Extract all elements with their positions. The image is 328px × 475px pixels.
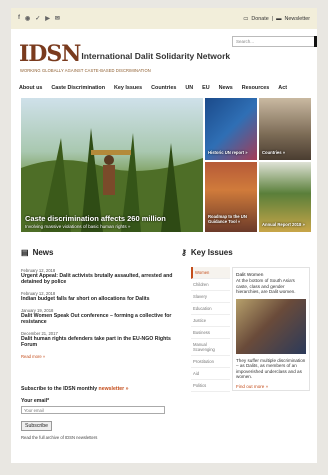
nav-about-us[interactable]: About us (19, 85, 42, 91)
hero-main-subtitle: Involving massive violations of basic hu… (25, 224, 131, 229)
separator: | (271, 15, 274, 22)
subscribe-heading: Subscribe to the IDSN monthly newsletter… (21, 386, 181, 392)
tab-justice[interactable]: Justice (191, 315, 230, 327)
hero-main-image[interactable]: Caste discrimination affects 260 million… (21, 98, 203, 232)
logo[interactable]: IDSN International Dalit Solidarity Netw… (19, 41, 231, 67)
newsletter-archive-text: Read the full archive of IDSN newsletter… (21, 435, 98, 439)
newspaper-icon: ▤ (21, 248, 29, 257)
nav-caste-discrimination[interactable]: Caste Discrimination (51, 85, 105, 91)
facebook-icon[interactable]: f (18, 15, 20, 22)
tile-roadmap-label: Roadmap to the UN Guidance Tool » (208, 214, 247, 224)
tab-prostitution[interactable]: Prostitution (191, 356, 230, 368)
tile-annual-report-label: Annual Report 2018 » (262, 222, 305, 227)
key-issues-heading: ⚷ Key Issues (181, 248, 233, 257)
news-headline[interactable]: Urgent Appeal: Dalit activists brutally … (21, 273, 181, 285)
news-headline[interactable]: Indian budget falls far short on allocat… (21, 296, 181, 302)
mail-icon[interactable]: ✉ (55, 15, 60, 22)
news-title: News (32, 248, 54, 257)
youtube-icon[interactable]: ▶ (45, 15, 50, 22)
key-issue-panel: Dalit Women At the bottom of South Asia'… (232, 267, 310, 391)
tab-aid[interactable]: Aid (191, 368, 230, 380)
subscribe-button[interactable]: Subscribe (21, 421, 53, 431)
news-item[interactable]: January 19, 2018 Dalit Women Speak Out c… (21, 308, 181, 325)
newsletter-link[interactable]: Newsletter (285, 16, 310, 22)
news-read-more-link[interactable]: Read more » (21, 354, 181, 359)
news-item[interactable]: December 21, 2017 Dalit human rights def… (21, 331, 181, 348)
top-links: ▭ Donate | ▬ Newsletter (243, 16, 310, 22)
tab-slavery[interactable]: Slavery (191, 291, 230, 303)
main-nav: About us Caste Discrimination Key Issues… (19, 85, 296, 91)
rss-icon[interactable]: ◉ (25, 15, 30, 22)
tab-manual-scavenging[interactable]: Manual Scavenging (191, 339, 230, 356)
subscribe-section: Subscribe to the IDSN monthly newsletter… (21, 386, 181, 439)
nav-countries[interactable]: Countries (151, 85, 176, 91)
nav-un[interactable]: UN (185, 85, 193, 91)
nav-act[interactable]: Act (278, 85, 287, 91)
news-headline[interactable]: Dalit Women Speak Out conference – formi… (21, 313, 181, 325)
farm-scene-illustration (21, 128, 203, 232)
tile-countries-label: Countries » (262, 150, 286, 155)
nav-news[interactable]: News (219, 85, 233, 91)
key-icon: ⚷ (181, 248, 187, 257)
news-item[interactable]: February 12, 2018 Urgent Appeal: Dalit a… (21, 268, 181, 285)
tile-un-report-label: Historic UN report » (208, 150, 248, 155)
tile-countries[interactable]: Countries » (259, 98, 311, 160)
find-out-more-link[interactable]: Find out more » (236, 384, 306, 389)
donate-link[interactable]: Donate (251, 16, 268, 22)
key-issues-title: Key Issues (190, 248, 233, 257)
logo-letters: IDSN (19, 41, 81, 67)
dalit-women-photo (236, 298, 306, 354)
tab-children[interactable]: Children (191, 279, 230, 291)
news-item[interactable]: February 12, 2018 Indian budget falls fa… (21, 291, 181, 302)
news-headline[interactable]: Dalit human rights defenders take part i… (21, 336, 181, 348)
news-section: ▤ News February 12, 2018 Urgent Appeal: … (21, 248, 181, 359)
tile-un-report[interactable]: Historic UN report » (205, 98, 257, 160)
tagline: WORKING GLOBALLY AGAINST CASTE-BASED DIS… (20, 68, 151, 73)
nav-key-issues[interactable]: Key Issues (114, 85, 142, 91)
hero-grid: Caste discrimination affects 260 million… (21, 98, 311, 236)
panel-body: They suffer multiple discrimination – as… (236, 357, 306, 380)
org-name: International Dalit Solidarity Network (81, 51, 231, 61)
tab-women[interactable]: Women (191, 267, 230, 279)
donate-icon: ▭ (243, 15, 249, 22)
email-label: Your email* (21, 398, 50, 404)
hero-main-title: Caste discrimination affects 260 million (25, 214, 166, 223)
search-input[interactable]: Search... (232, 36, 317, 47)
news-list: February 12, 2018 Urgent Appeal: Dalit a… (21, 268, 181, 359)
nav-resources[interactable]: Resources (242, 85, 270, 91)
subscribe-heading-text: Subscribe to the IDSN monthly (21, 386, 99, 392)
page: f ◉ ✓ ▶ ✉ ▭ Donate | ▬ Newsletter IDSN I… (11, 8, 317, 463)
nav-eu[interactable]: EU (202, 85, 210, 91)
tab-business[interactable]: Business (191, 327, 230, 339)
email-field[interactable] (21, 406, 165, 414)
social-links: f ◉ ✓ ▶ ✉ (18, 15, 60, 22)
panel-intro: At the bottom of South Asia's caste, cla… (236, 278, 296, 294)
top-bar: f ◉ ✓ ▶ ✉ ▭ Donate | ▬ Newsletter (11, 8, 317, 29)
search-button[interactable]: ⌕ (314, 36, 317, 47)
tile-roadmap[interactable]: Roadmap to the UN Guidance Tool » (205, 162, 257, 232)
newsletter-link[interactable]: newsletter » (99, 386, 129, 392)
key-issues-tabs: Women Children Slavery Education Justice… (191, 267, 230, 392)
newsletter-icon: ▬ (276, 15, 282, 22)
tile-annual-report[interactable]: Annual Report 2018 » (259, 162, 311, 232)
news-heading: ▤ News (21, 248, 181, 257)
twitter-icon[interactable]: ✓ (35, 15, 40, 22)
tab-politics[interactable]: Politics (191, 380, 230, 392)
tab-education[interactable]: Education (191, 303, 230, 315)
